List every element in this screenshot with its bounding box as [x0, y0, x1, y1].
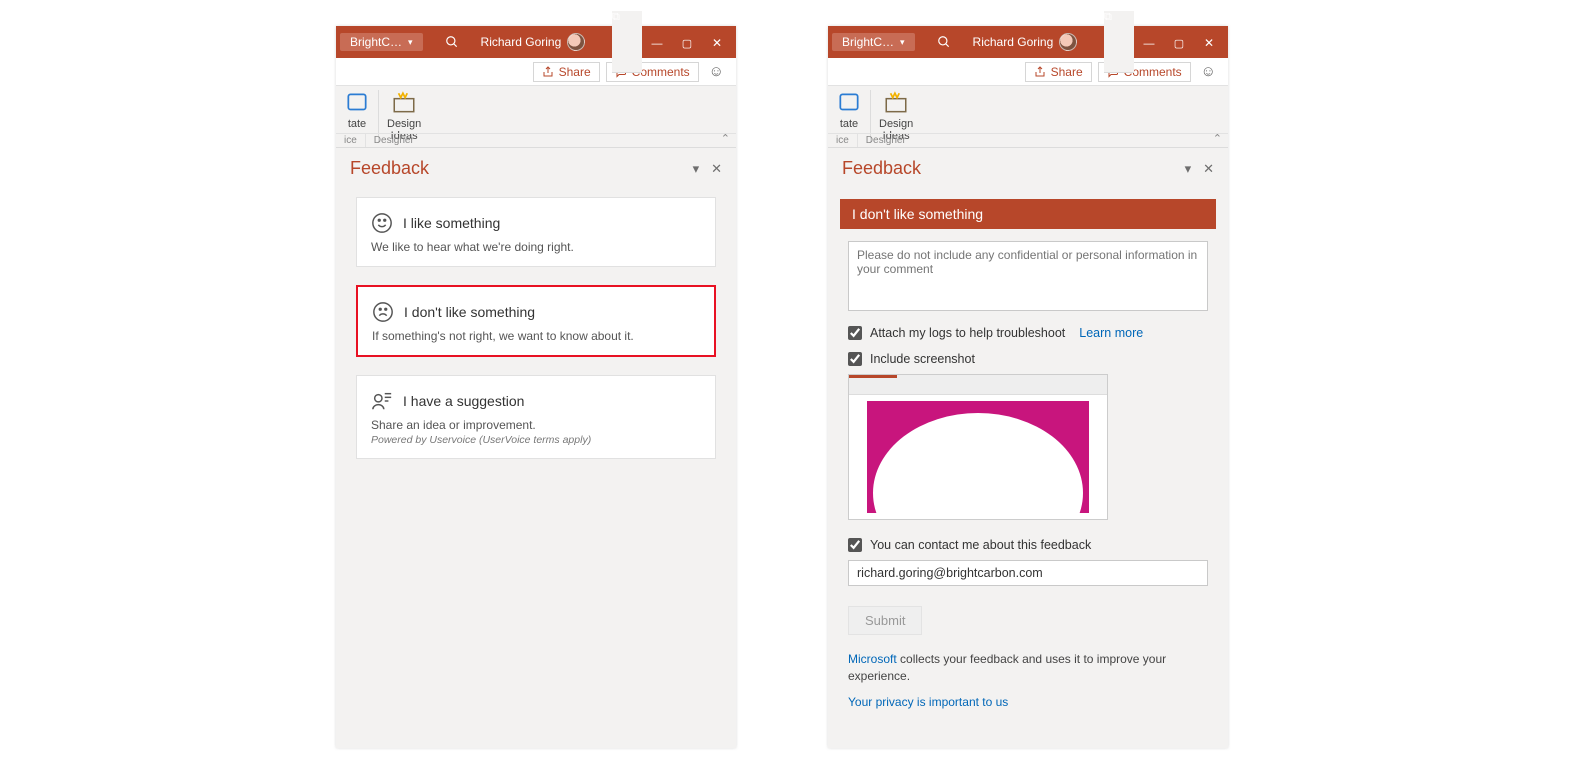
suggestion-icon [371, 390, 393, 412]
feedback-like-card[interactable]: I like something We like to hear what we… [356, 197, 716, 267]
card-title: I like something [403, 215, 500, 231]
collapse-ribbon-icon[interactable]: ⌃ [1213, 132, 1222, 145]
form-header: I don't like something [840, 199, 1216, 229]
dictate-icon [836, 90, 862, 116]
collapse-ribbon-icon[interactable]: ⌃ [721, 132, 730, 145]
maximize-button[interactable] [1164, 35, 1194, 50]
feedback-smile-button[interactable]: ☺ [705, 63, 728, 80]
dictate-icon [344, 90, 370, 116]
contact-me-label: You can contact me about this feedback [870, 538, 1091, 552]
avatar [1059, 33, 1077, 51]
ribbon-display-icon[interactable] [1104, 11, 1134, 73]
share-icon [1034, 66, 1046, 78]
include-screenshot-label: Include screenshot [870, 352, 975, 366]
feedback-comment-input[interactable] [848, 241, 1208, 311]
design-ideas-icon [391, 90, 417, 116]
attach-logs-checkbox[interactable] [848, 326, 862, 340]
close-button[interactable] [702, 35, 732, 50]
search-icon[interactable] [937, 35, 951, 49]
include-screenshot-checkbox[interactable] [848, 352, 862, 366]
screenshot-preview[interactable]: Eliminate death by PowerPoint ☠ [848, 374, 1108, 520]
email-field[interactable] [848, 560, 1208, 586]
ribbon: tate Design Ideas ice Designer ⌃ [336, 86, 736, 148]
attach-logs-row[interactable]: Attach my logs to help troubleshoot Lear… [848, 326, 1208, 340]
user-account[interactable]: Richard Goring [481, 33, 586, 51]
pane-close-icon[interactable]: ✕ [711, 161, 722, 177]
card-note: Powered by Uservoice (UserVoice terms ap… [371, 434, 701, 446]
submit-button[interactable]: Submit [848, 606, 922, 635]
feedback-dislike-card[interactable]: I don't like something If something's no… [356, 285, 716, 357]
document-tab[interactable]: BrightC… [832, 33, 915, 51]
share-button[interactable]: Share [533, 62, 600, 82]
document-tab[interactable]: BrightC… [340, 33, 423, 51]
microsoft-link[interactable]: Microsoft [848, 652, 897, 666]
share-icon [542, 66, 554, 78]
include-screenshot-row[interactable]: Include screenshot [848, 352, 1208, 366]
powerpoint-window-right: BrightC… Richard Goring Share Comments ☺ [828, 26, 1228, 748]
ribbon-group-label: ice [828, 134, 857, 147]
feedback-suggest-card[interactable]: I have a suggestion Share an idea or imp… [356, 375, 716, 459]
titlebar: BrightC… Richard Goring [828, 26, 1228, 58]
pane-title: Feedback [842, 158, 921, 179]
pane-header: Feedback ▾ ✕ [828, 148, 1228, 187]
ribbon-dictate-group[interactable]: tate [336, 86, 378, 132]
learn-more-link[interactable]: Learn more [1079, 326, 1143, 340]
titlebar: BrightC… Richard Goring [336, 26, 736, 58]
ribbon-display-icon[interactable] [612, 11, 642, 73]
card-subtitle: We like to hear what we're doing right. [371, 240, 701, 254]
user-name: Richard Goring [973, 35, 1054, 49]
user-account[interactable]: Richard Goring [973, 33, 1078, 51]
footer-text: Microsoft collects your feedback and use… [848, 651, 1208, 685]
close-button[interactable] [1194, 35, 1224, 50]
card-subtitle: Share an idea or improvement. [371, 418, 701, 432]
card-title: I don't like something [404, 304, 535, 320]
pane-body: I like something We like to hear what we… [336, 187, 736, 737]
feedback-smile-button[interactable]: ☺ [1197, 63, 1220, 80]
share-bar: Share Comments ☺ [828, 58, 1228, 86]
card-title: I have a suggestion [403, 393, 524, 409]
ribbon-group-label: Designer [857, 134, 914, 147]
ribbon-group-label: Designer [365, 134, 422, 147]
share-bar: Share Comments ☺ [336, 58, 736, 86]
avatar [567, 33, 585, 51]
smile-icon [371, 212, 393, 234]
maximize-button[interactable] [672, 35, 702, 50]
share-button[interactable]: Share [1025, 62, 1092, 82]
frown-icon [372, 301, 394, 323]
ribbon: tate Design Ideas ice Designer ⌃ [828, 86, 1228, 148]
search-icon[interactable] [445, 35, 459, 49]
attach-logs-label: Attach my logs to help troubleshoot [870, 326, 1065, 340]
pane-dropdown-icon[interactable]: ▾ [1185, 161, 1192, 177]
card-subtitle: If something's not right, we want to kno… [372, 329, 700, 343]
pane-dropdown-icon[interactable]: ▾ [693, 161, 700, 177]
minimize-button[interactable] [642, 35, 672, 50]
contact-me-checkbox[interactable] [848, 538, 862, 552]
pane-header: Feedback ▾ ✕ [336, 148, 736, 187]
user-name: Richard Goring [481, 35, 562, 49]
slide-graphic-icon: ☠ [972, 445, 999, 480]
feedback-pane: Feedback ▾ ✕ I don't like something Atta… [828, 148, 1228, 748]
ribbon-group-label: ice [336, 134, 365, 147]
feedback-pane: Feedback ▾ ✕ I like something We like to… [336, 148, 736, 748]
pane-body: I don't like something Attach my logs to… [828, 187, 1228, 737]
contact-me-row[interactable]: You can contact me about this feedback [848, 538, 1208, 552]
design-ideas-icon [883, 90, 909, 116]
minimize-button[interactable] [1134, 35, 1164, 50]
privacy-link[interactable]: Your privacy is important to us [848, 695, 1208, 709]
ribbon-dictate-group[interactable]: tate [828, 86, 870, 132]
pane-close-icon[interactable]: ✕ [1203, 161, 1214, 177]
pane-title: Feedback [350, 158, 429, 179]
powerpoint-window-left: BrightC… Richard Goring Share Comments ☺ [336, 26, 736, 748]
